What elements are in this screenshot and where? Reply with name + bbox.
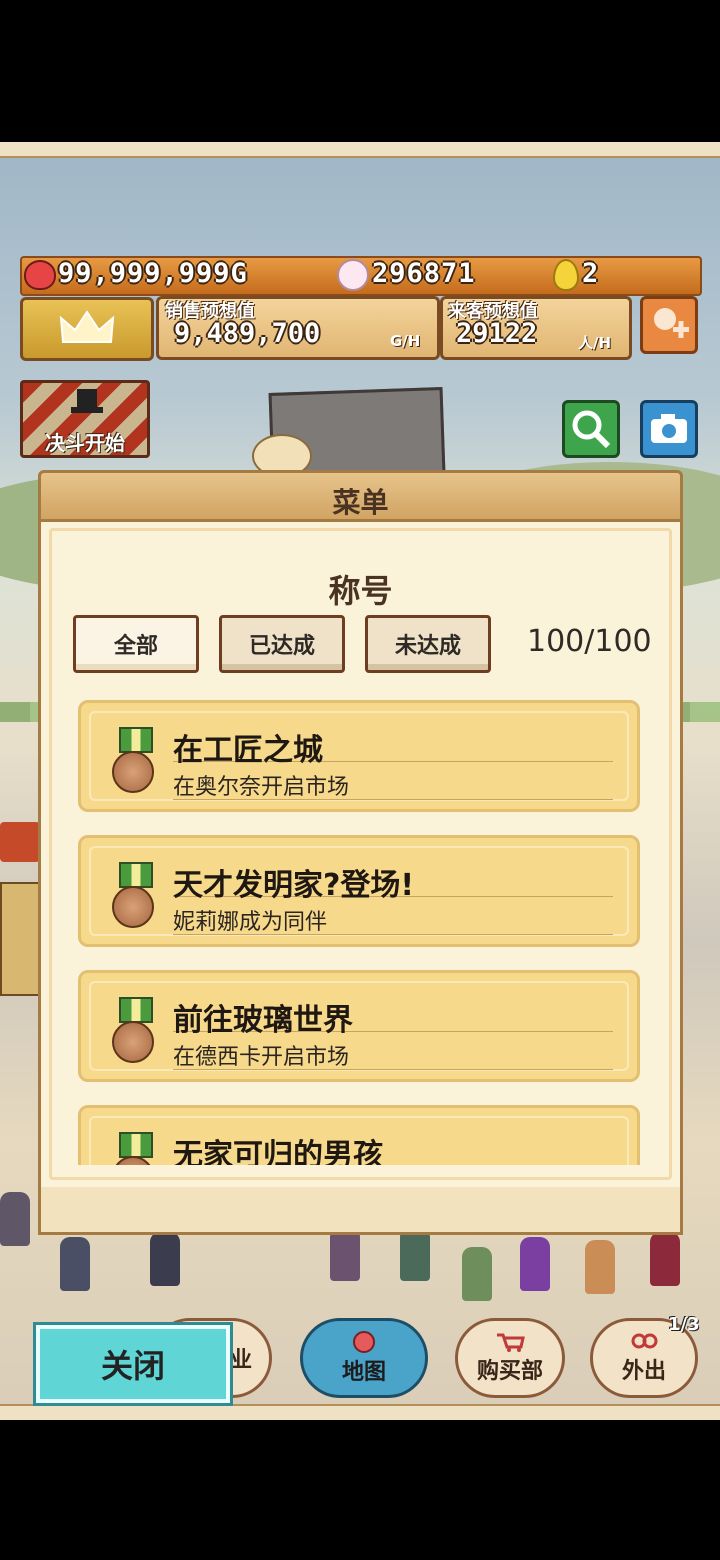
item-inner-border — [89, 981, 629, 1071]
add-friend-icon — [654, 308, 689, 338]
item-description: 妮莉娜成为同伴 — [173, 910, 328, 935]
bottom-frame — [0, 1404, 720, 1420]
visitors-value: 29122 — [456, 318, 538, 349]
gold-amount: 99,999,999G — [58, 258, 248, 289]
menu-dialog: 菜单 称号 全部 已达成 未达成 100/100 在工匠之城 在奥尔奈开启市场 … — [38, 470, 683, 1235]
medal-ribbon — [119, 727, 153, 753]
dialog-header: 菜单 — [38, 470, 683, 522]
visitors-unit: 人/H — [578, 334, 612, 352]
npc — [150, 1232, 180, 1286]
outing-icon — [631, 1333, 658, 1349]
crown-button[interactable] — [20, 297, 154, 361]
shop-label: 购买部 — [476, 1359, 543, 1384]
magnifier-icon — [572, 410, 611, 449]
sales-value: 9,489,700 — [174, 318, 321, 349]
egg-icon — [553, 259, 579, 291]
medal-ribbon — [119, 862, 153, 888]
duel-start-button[interactable]: 决斗开始 — [20, 380, 150, 458]
npc — [520, 1237, 550, 1291]
list-item[interactable]: 在工匠之城 在奥尔奈开启市场 — [78, 700, 640, 812]
item-inner-border — [89, 711, 629, 801]
search-button[interactable] — [562, 400, 620, 458]
npc — [330, 1227, 360, 1281]
medal-icon — [112, 751, 154, 793]
shop-button[interactable]: 购买部 — [455, 1318, 565, 1398]
top-hat-icon — [71, 389, 103, 413]
cart-icon — [497, 1333, 525, 1352]
egg-count: 2 — [582, 258, 600, 289]
npc — [585, 1240, 615, 1294]
add-friend-button[interactable] — [640, 296, 698, 354]
medal-ribbon — [119, 997, 153, 1023]
title-count: 100/100 — [527, 624, 652, 659]
item-title: 在工匠之城 — [173, 733, 323, 768]
map-button[interactable]: 地图 — [300, 1318, 428, 1398]
crown-icon — [59, 310, 115, 343]
nav-hidden-label: 业 — [229, 1348, 252, 1373]
list-item[interactable]: 前往玻璃世界 在德西卡开启市场 — [78, 970, 640, 1082]
medal-ribbon — [119, 1132, 153, 1158]
page-indicator: 1/3 — [668, 1314, 700, 1335]
item-description: 在德西卡开启市场 — [173, 1045, 350, 1070]
top-frame — [0, 142, 720, 158]
item-title: 前往玻璃世界 — [173, 1003, 353, 1038]
npc — [0, 1192, 30, 1246]
title-list[interactable]: 在工匠之城 在奥尔奈开启市场 天才发明家?登场! 妮莉娜成为同伴 前往玻璃世界 … — [78, 700, 644, 1165]
npc — [650, 1232, 680, 1286]
item-title: 无家可归的男孩 — [173, 1138, 383, 1165]
section-title: 称号 — [328, 572, 393, 610]
camera-button[interactable] — [640, 400, 698, 458]
map-label: 地图 — [341, 1360, 386, 1385]
npc — [400, 1227, 430, 1281]
npc — [462, 1247, 492, 1301]
item-description: 在奥尔奈开启市场 — [173, 775, 350, 800]
tab-all[interactable]: 全部 — [73, 615, 199, 673]
smiley-face-icon — [337, 259, 369, 291]
camera-icon — [651, 414, 687, 443]
medal-icon — [112, 1021, 154, 1063]
tab-not-achieved[interactable]: 未达成 — [365, 615, 491, 673]
duel-start-label: 决斗开始 — [45, 431, 125, 455]
close-button[interactable]: 关闭 — [33, 1322, 233, 1406]
npc — [60, 1237, 90, 1291]
list-item[interactable]: 天才发明家?登场! 妮莉娜成为同伴 — [78, 835, 640, 947]
dialog-header-title: 菜单 — [332, 486, 389, 519]
medal-icon — [112, 886, 154, 928]
coin-purse-icon — [24, 260, 56, 290]
tab-achieved[interactable]: 已达成 — [219, 615, 345, 673]
map-icon — [353, 1331, 375, 1353]
side-sign — [0, 822, 40, 862]
dialog-footer — [38, 1187, 683, 1235]
item-title: 天才发明家?登场! — [173, 868, 415, 903]
list-item[interactable]: 无家可归的男孩 — [78, 1105, 640, 1165]
sales-unit: G/H — [390, 332, 421, 350]
popularity-amount: 296871 — [372, 258, 476, 289]
outing-label: 外出 — [621, 1359, 666, 1384]
